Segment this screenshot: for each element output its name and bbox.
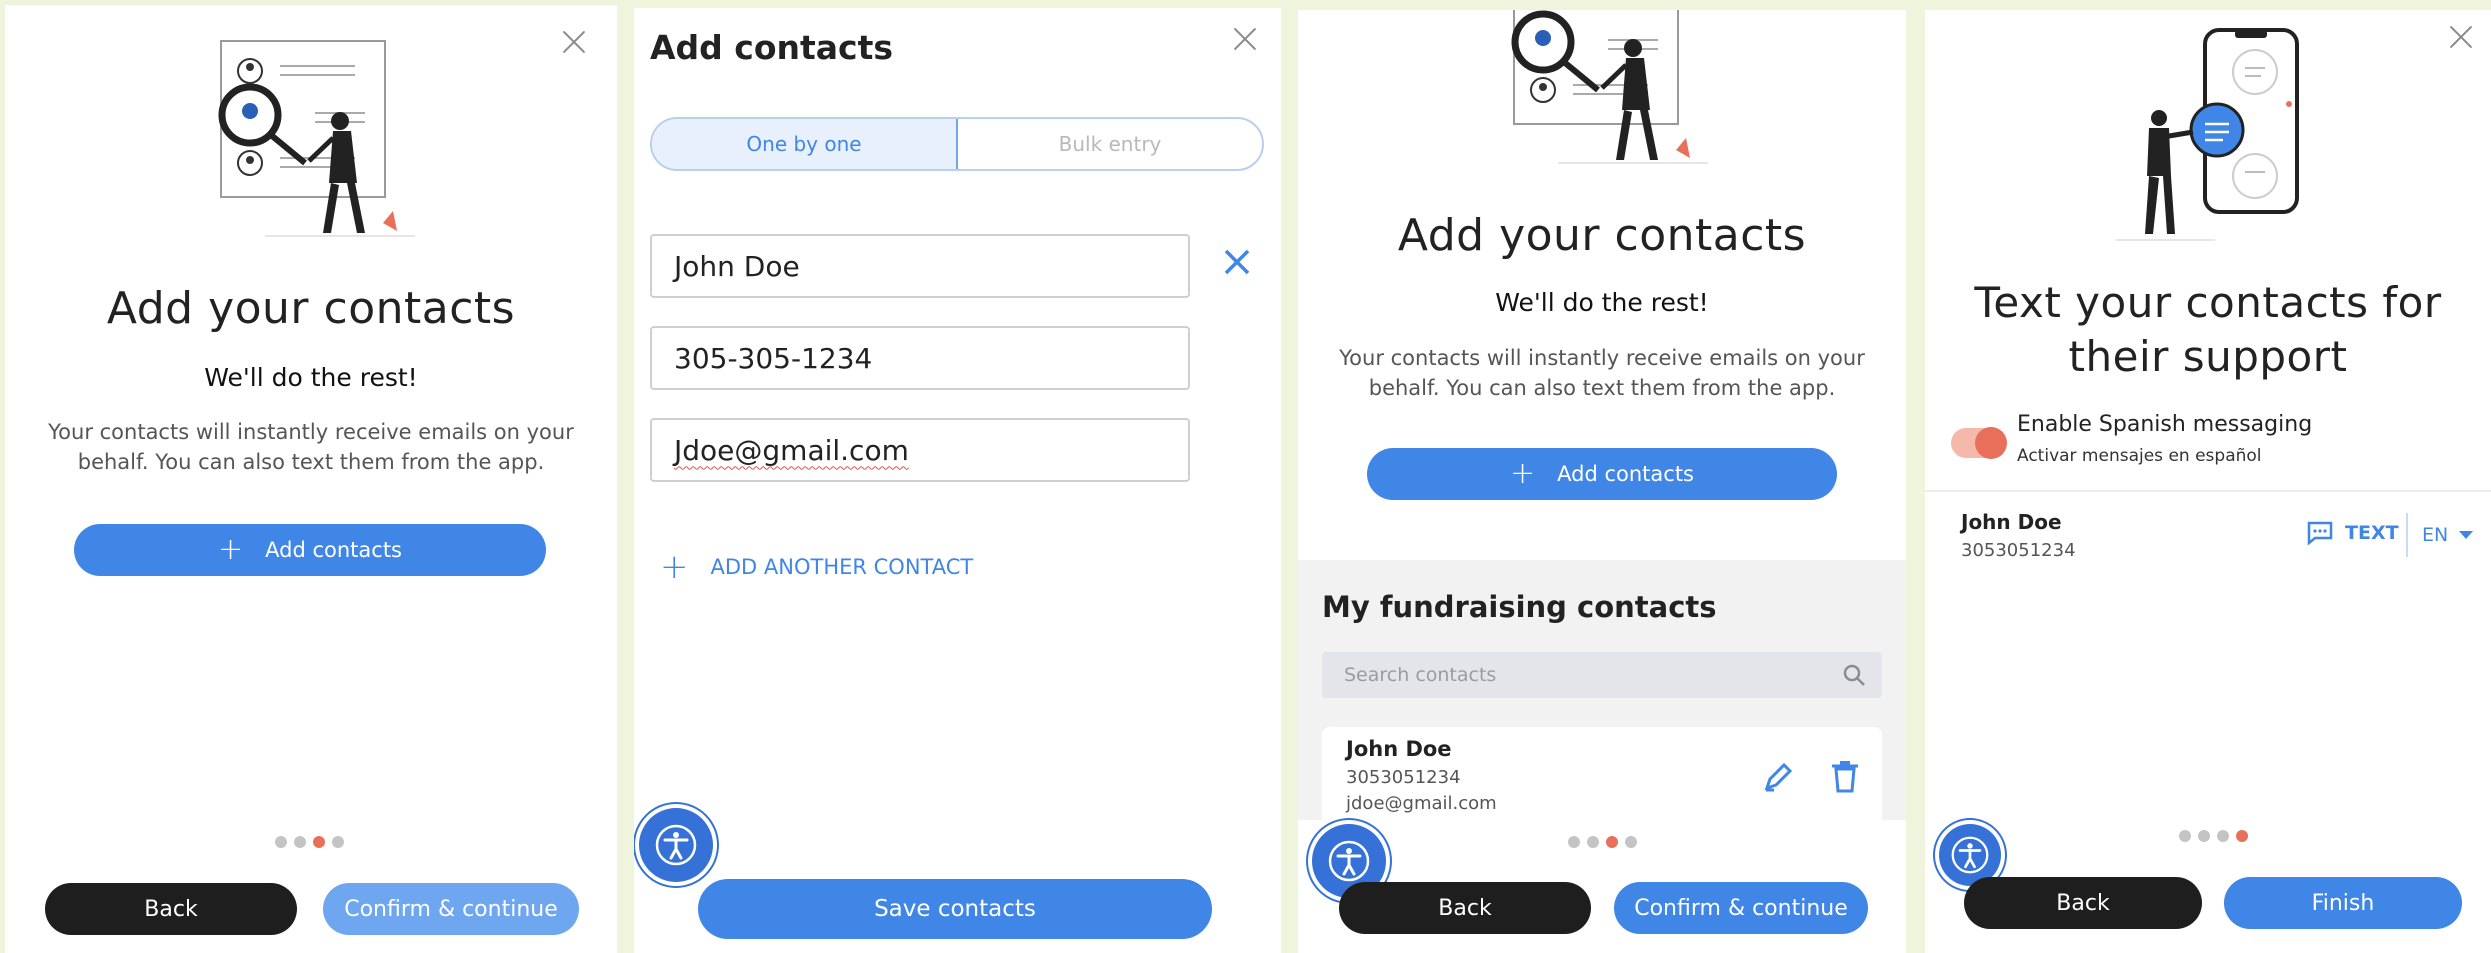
- contact-name: John Doe: [1346, 737, 1452, 761]
- confirm-continue-button[interactable]: Confirm & continue: [323, 883, 579, 935]
- toggle-label: Enable Spanish messaging: [2017, 412, 2313, 437]
- phone-messaging-illustration: [2115, 28, 2299, 241]
- add-another-contact-button[interactable]: + ADD ANOTHER CONTACT: [660, 550, 973, 584]
- delete-icon[interactable]: [1830, 759, 1860, 793]
- save-contacts-button[interactable]: Save contacts: [698, 879, 1212, 939]
- back-button[interactable]: Back: [1339, 882, 1591, 934]
- phone-field[interactable]: 305-305-1234: [650, 326, 1190, 390]
- step-indicator: [1568, 836, 1637, 848]
- contacts-list-panel: Add your contacts We'll do the rest! You…: [1298, 10, 1906, 953]
- contacts-search-illustration: [218, 40, 415, 237]
- spanish-messaging-toggle[interactable]: [1951, 427, 2007, 459]
- chevron-down-icon: [2459, 531, 2474, 539]
- form-title: Add contacts: [650, 28, 894, 67]
- back-button[interactable]: Back: [45, 883, 297, 935]
- language-select[interactable]: EN: [2422, 524, 2474, 546]
- step-dot: [2198, 830, 2210, 842]
- plus-icon: +: [1510, 456, 1536, 491]
- page-title: Add your contacts: [1397, 210, 1807, 261]
- section-title: My fundraising contacts: [1322, 590, 1717, 624]
- contacts-section: My fundraising contacts Search contacts …: [1298, 560, 1906, 827]
- page-description: Your contacts will instantly receive ema…: [1339, 346, 1865, 400]
- search-input[interactable]: Search contacts: [1322, 652, 1882, 698]
- close-icon[interactable]: [2448, 24, 2474, 50]
- add-contacts-button[interactable]: + Add contacts: [1367, 448, 1837, 500]
- contact-phone: 3053051234: [1346, 767, 1461, 788]
- accessibility-icon: [1951, 836, 1989, 874]
- accessibility-icon: [1328, 840, 1370, 882]
- finish-button[interactable]: Finish: [2224, 877, 2462, 929]
- page-title: Add your contacts: [106, 283, 516, 334]
- confirm-continue-button[interactable]: Confirm & continue: [1614, 882, 1868, 934]
- plus-icon: +: [660, 547, 689, 587]
- back-button[interactable]: Back: [1964, 877, 2202, 929]
- step-dot-active: [2236, 830, 2248, 842]
- step-dot-active: [313, 836, 325, 848]
- contact-phone: 3053051234: [1961, 540, 2076, 561]
- step-dot: [1568, 836, 1580, 848]
- step-dot: [275, 836, 287, 848]
- step-dot: [294, 836, 306, 848]
- add-contacts-form-panel: Add contacts One by one Bulk entry John …: [634, 8, 1281, 953]
- accessibility-icon: [655, 824, 697, 866]
- text-contacts-panel: Text your contacts for their support Ena…: [1925, 10, 2491, 953]
- step-dot: [2179, 830, 2191, 842]
- divider: [1925, 490, 2491, 492]
- step-dot-active: [1606, 836, 1618, 848]
- page-title: Text your contacts for their support: [1974, 278, 2442, 381]
- contact-email: jdoe@gmail.com: [1346, 793, 1497, 814]
- plus-icon: +: [218, 532, 244, 567]
- divider: [2406, 513, 2408, 557]
- name-field[interactable]: John Doe: [650, 234, 1190, 298]
- edit-icon[interactable]: [1762, 759, 1796, 793]
- step-dot: [332, 836, 344, 848]
- text-contact-button[interactable]: TEXT: [2307, 521, 2399, 545]
- step-dot: [1625, 836, 1637, 848]
- page-description: Your contacts will instantly receive ema…: [48, 420, 574, 474]
- contact-name: John Doe: [1961, 510, 2062, 534]
- toggle-knob: [1975, 427, 2007, 459]
- step-indicator: [2179, 830, 2248, 842]
- email-field[interactable]: Jdoe@gmail.com: [650, 418, 1190, 482]
- tab-one-by-one[interactable]: One by one: [652, 119, 958, 169]
- entry-mode-toggle: One by one Bulk entry: [650, 117, 1264, 171]
- accessibility-button[interactable]: [639, 808, 713, 882]
- remove-contact-icon[interactable]: [1222, 247, 1252, 277]
- page-subtitle: We'll do the rest!: [1495, 288, 1709, 317]
- contact-card: John Doe 3053051234 jdoe@gmail.com: [1322, 727, 1882, 827]
- tab-bulk-entry[interactable]: Bulk entry: [958, 119, 1262, 169]
- onboarding-panel-add-contacts: Add your contacts We'll do the rest! You…: [5, 5, 617, 953]
- toggle-sublabel: Activar mensajes en español: [2017, 446, 2262, 466]
- page-subtitle: We'll do the rest!: [204, 363, 418, 392]
- step-indicator: [275, 836, 344, 848]
- step-dot: [2217, 830, 2229, 842]
- step-dot: [1587, 836, 1599, 848]
- close-icon[interactable]: [561, 29, 587, 55]
- search-icon: [1843, 664, 1865, 686]
- contacts-search-illustration: [1511, 10, 1708, 164]
- add-contacts-button[interactable]: + Add contacts: [74, 524, 546, 576]
- message-icon: [2307, 521, 2333, 545]
- close-icon[interactable]: [1232, 26, 1258, 52]
